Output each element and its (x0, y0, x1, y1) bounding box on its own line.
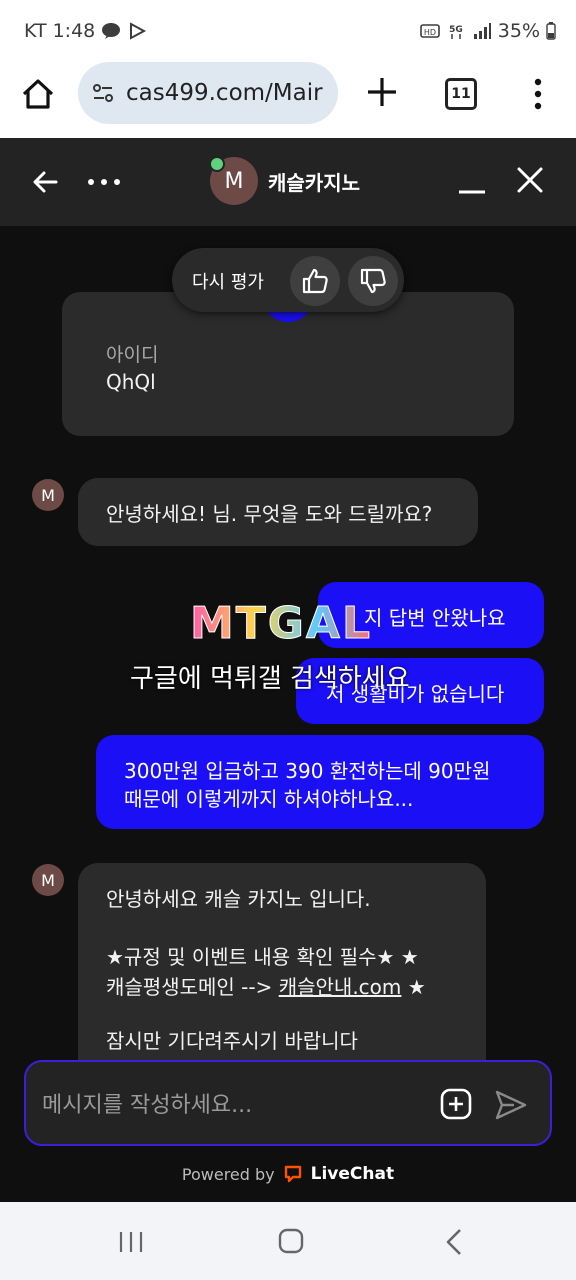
battery-percent: 35% (497, 20, 540, 42)
nav-back-icon[interactable] (444, 1228, 464, 1256)
site-settings-icon[interactable] (90, 80, 116, 106)
livechat-brand[interactable]: LiveChat (311, 1164, 394, 1184)
online-status-dot (209, 156, 225, 172)
form-card: 아이디 QhQl (62, 292, 514, 436)
greeting-text: 안녕하세요! 님. 무엇을 도와 드릴까요? (106, 502, 433, 526)
clock: 1:48 (52, 20, 96, 42)
agent-message-line: 안녕하세요 캐슬 카지노 입니다. (106, 887, 371, 911)
svg-text:MTGAL: MTGAL (190, 598, 372, 649)
minimize-icon[interactable] (456, 166, 488, 198)
status-bar: KT 1:48 HD 5G 35% (0, 0, 576, 62)
domain-link[interactable]: 캐슬안내.com (279, 975, 402, 999)
nav-home-icon[interactable] (278, 1228, 304, 1254)
agent-avatar-initial: M (41, 485, 55, 505)
rating-label: 다시 평가 (192, 272, 264, 293)
more-vert-icon[interactable] (526, 74, 550, 114)
powered-by-footer: Powered by LiveChat (0, 1146, 576, 1202)
agent-message: 안녕하세요! 님. 무엇을 도와 드릴까요? (78, 478, 478, 546)
avatar: M (209, 156, 258, 205)
user-message: 300만원 입금하고 390 환전하는데 90만원 때문에 이렇게까지 하셔야하… (96, 735, 544, 829)
address-bar[interactable]: cas499.com/Mair (78, 62, 338, 124)
system-nav-bar (0, 1202, 576, 1280)
rating-pill: 다시 평가 (172, 248, 404, 312)
agent-info: M 캐슬카지노 (209, 156, 360, 205)
message-input[interactable] (40, 1084, 424, 1126)
kakaotalk-icon (102, 23, 121, 39)
agent-message-line: ★규정 및 이벤트 내용 확인 필수★ ★ (106, 945, 419, 969)
watermark-logo-graphic: MTGAL (190, 598, 372, 650)
play-icon (130, 22, 147, 40)
form-field-value: QhQl (106, 370, 156, 394)
agent-avatar: M (32, 479, 64, 511)
agent-avatar-initial: M (41, 870, 55, 890)
user-message-line: 300만원 입금하고 390 환전하는데 90만원 (124, 759, 491, 783)
domain-label: 캐슬평생도메인 --> (106, 975, 279, 999)
agent-name: 캐슬카지노 (268, 170, 360, 195)
form-field-label: 아이디 (106, 344, 159, 366)
thumbs-down-button[interactable] (348, 256, 398, 306)
avatar-initial: M (224, 168, 244, 194)
livechat-logo-icon (284, 1165, 301, 1183)
5g-icon: 5G (449, 25, 463, 39)
url-text[interactable]: cas499.com/Mair (126, 80, 326, 106)
domain-suffix: ★ (401, 975, 426, 999)
watermark-overlay: MTGAL 구글에 먹튀갤 검색하세요 (130, 586, 460, 696)
svg-text:5G: 5G (449, 25, 463, 35)
carrier-label: KT (24, 20, 47, 42)
more-horiz-icon[interactable] (86, 168, 122, 196)
battery-icon (546, 22, 556, 40)
signal-icon (473, 23, 491, 39)
svg-text:HD: HD (424, 28, 436, 37)
watermark-text: 구글에 먹튀갤 검색하세요 (130, 664, 410, 694)
chat-transcript[interactable]: 아이디 QhQl 다시 평가 M 안녕하세요! 님. 무엇을 도와 드릴까요? … (0, 226, 576, 1060)
message-composer (24, 1060, 552, 1146)
agent-message: 안녕하세요 캐슬 카지노 입니다. ★규정 및 이벤트 내용 확인 필수★ ★ … (78, 863, 486, 1060)
thumbs-up-button[interactable] (290, 256, 340, 306)
send-icon[interactable] (494, 1088, 528, 1122)
tab-switcher-button[interactable]: 11 (445, 78, 477, 110)
chat-header: M 캐슬카지노 (0, 138, 576, 226)
back-arrow-icon[interactable] (30, 166, 62, 198)
agent-message-line: 캐슬평생도메인 --> 캐슬안내.com ★ (106, 971, 426, 1000)
close-icon[interactable] (514, 164, 546, 196)
thumbs-down-icon (360, 268, 386, 294)
agent-message-line: 잠시만 기다려주시기 바랍니다 (106, 1029, 358, 1053)
thumbs-up-icon (302, 268, 328, 294)
agent-avatar: M (32, 864, 64, 896)
home-icon[interactable] (18, 74, 58, 114)
watermark-logo: MTGAL (190, 596, 390, 661)
user-message-line: 때문에 이렇게까지 하셔야하나요... (124, 787, 414, 811)
add-attachment-icon[interactable] (440, 1088, 472, 1120)
recent-apps-icon[interactable] (118, 1230, 144, 1254)
browser-toolbar: cas499.com/Mair 11 (0, 62, 576, 139)
powered-by-label: Powered by (181, 1164, 275, 1184)
hd-icon: HD (419, 24, 440, 38)
new-tab-icon[interactable] (364, 74, 400, 110)
